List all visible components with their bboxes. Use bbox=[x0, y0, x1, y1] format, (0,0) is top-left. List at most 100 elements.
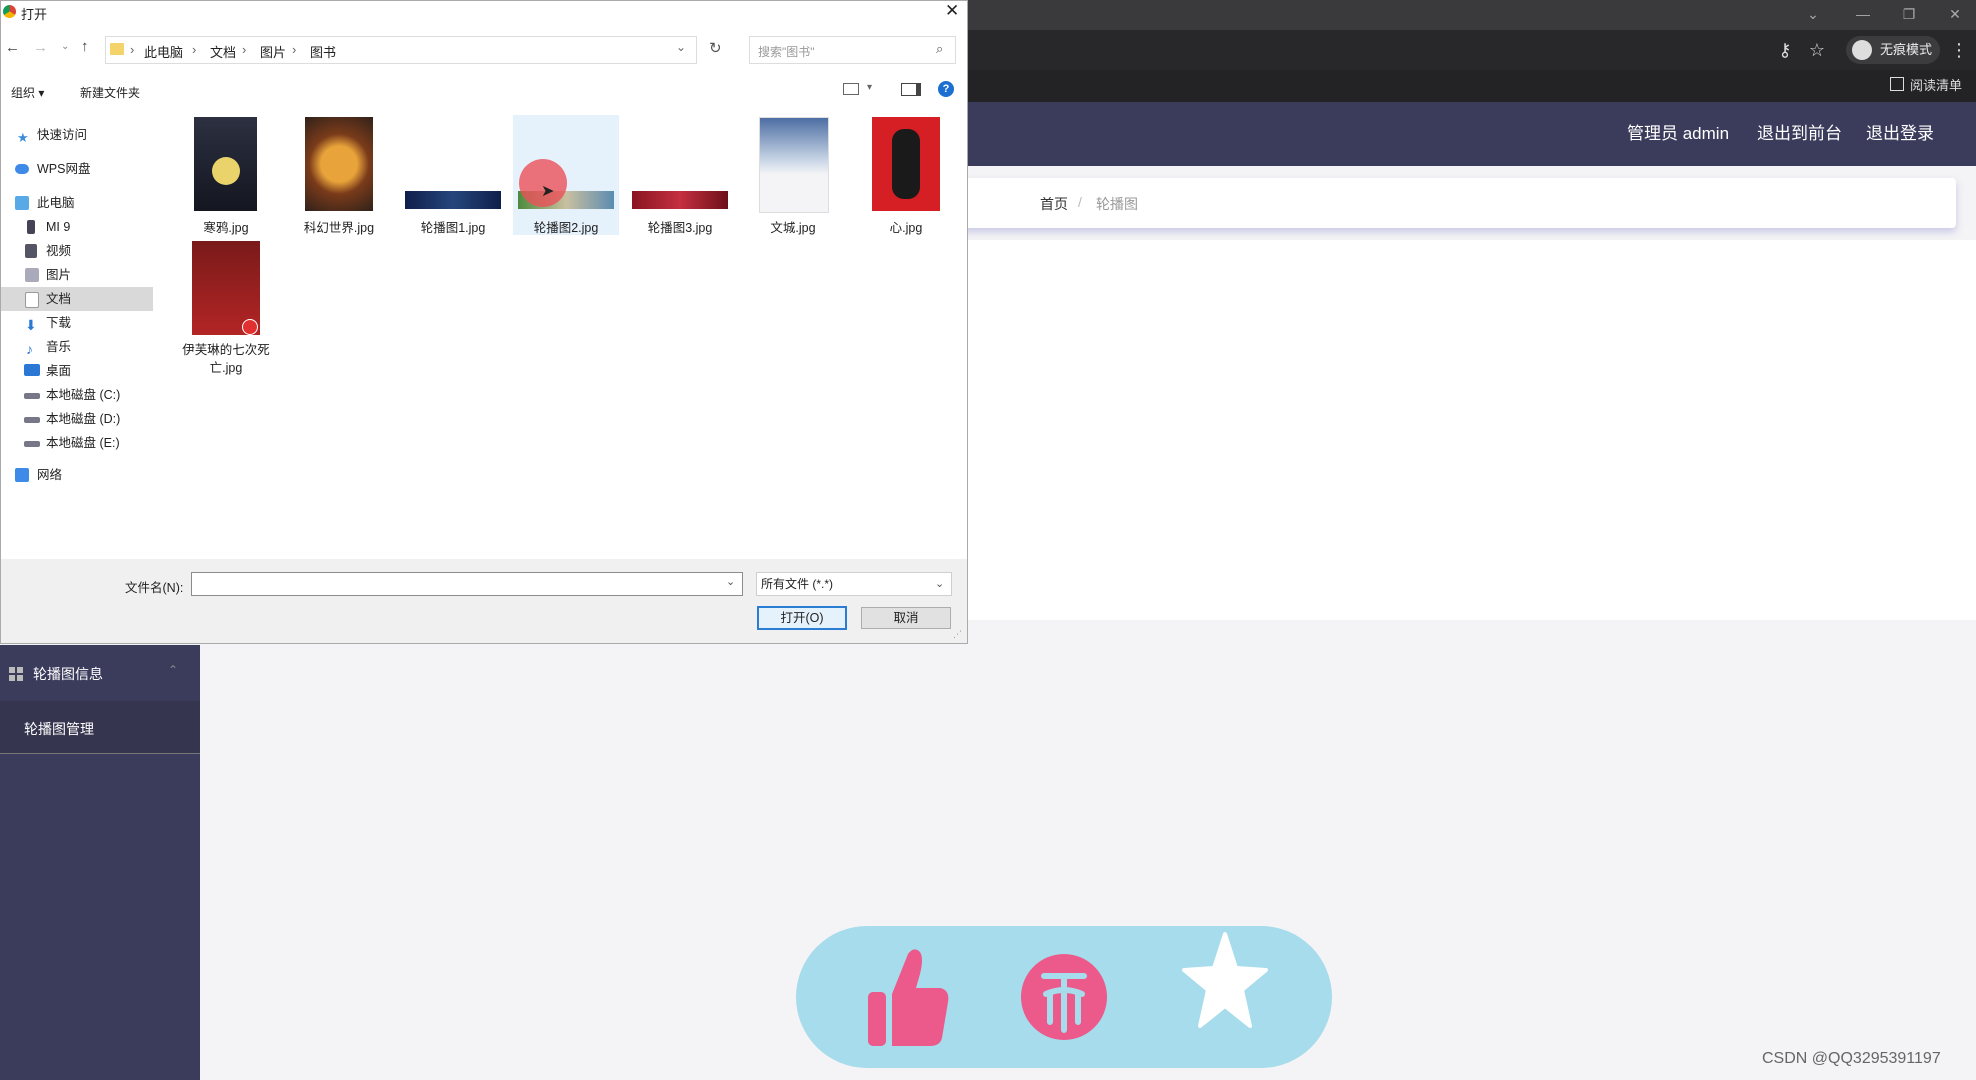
exit-front-link[interactable]: 退出到前台 bbox=[1757, 102, 1842, 166]
cursor-icon: ➤ bbox=[541, 183, 555, 200]
admin-label: 管理员 admin bbox=[1627, 124, 1730, 143]
file-item[interactable]: 寒鸦.jpg bbox=[173, 115, 279, 235]
file-item-selected[interactable]: ➤ 轮播图2.jpg bbox=[513, 115, 619, 235]
breadcrumb-separator: / bbox=[1078, 194, 1082, 210]
nav-downloads[interactable]: ⬇ 下载 bbox=[1, 311, 153, 335]
restore-icon[interactable]: ❐ bbox=[1898, 4, 1920, 24]
address-bar[interactable]: › 此电脑 › 文档 › 图片 › 图书 ⌄ bbox=[105, 36, 697, 64]
nav-pictures[interactable]: 图片 bbox=[1, 263, 153, 287]
minimize-icon[interactable]: — bbox=[1852, 4, 1874, 24]
nav-label: 本地磁盘 (C:) bbox=[46, 388, 121, 402]
chrome-icon bbox=[3, 5, 16, 18]
nav-this-pc[interactable]: 此电脑 bbox=[1, 191, 153, 215]
file-item[interactable]: 伊芙琳的七次死亡.jpg bbox=[173, 239, 279, 379]
filetype-value: 所有文件 (*.*) bbox=[761, 577, 834, 591]
address-seg-2[interactable]: 图片 bbox=[260, 42, 286, 61]
reading-list-button[interactable]: 阅读清单 bbox=[1890, 74, 1962, 98]
nav-label: 文档 bbox=[46, 292, 72, 306]
new-folder-button[interactable]: 新建文件夹 bbox=[80, 84, 140, 101]
key-icon[interactable]: ⚷ bbox=[1770, 30, 1800, 70]
filename-input[interactable]: ⌄ bbox=[191, 572, 743, 596]
nav-network[interactable]: 网络 bbox=[1, 463, 153, 487]
file-name: 文城.jpg bbox=[770, 221, 816, 235]
nav-label: WPS网盘 bbox=[37, 162, 91, 176]
nav-label: 此电脑 bbox=[37, 196, 75, 210]
file-item[interactable]: 心.jpg bbox=[853, 115, 959, 235]
star-icon[interactable] bbox=[1182, 928, 1268, 1036]
preview-pane-icon[interactable] bbox=[901, 83, 921, 96]
file-name: 寒鸦.jpg bbox=[203, 221, 249, 235]
resize-grip-icon[interactable]: ⋰ bbox=[953, 629, 962, 640]
filetype-select[interactable]: 所有文件 (*.*) ⌄ bbox=[756, 572, 952, 596]
address-chevron: › bbox=[292, 42, 297, 57]
address-seg-3[interactable]: 图书 bbox=[310, 42, 336, 61]
network-icon bbox=[15, 468, 29, 482]
search-input[interactable]: 搜索"图书" ⌕ bbox=[749, 36, 956, 64]
nav-documents[interactable]: 文档 bbox=[1, 287, 153, 311]
drive-icon bbox=[24, 441, 40, 447]
folder-icon bbox=[110, 43, 124, 55]
file-name: 科幻世界.jpg bbox=[303, 221, 375, 235]
close-window-icon[interactable]: ✕ bbox=[1944, 4, 1966, 24]
file-item[interactable]: 文城.jpg bbox=[740, 115, 846, 235]
breadcrumb-home[interactable]: 首页 bbox=[1040, 194, 1068, 214]
coin-icon[interactable] bbox=[1020, 942, 1108, 1052]
star-icon: ★ bbox=[17, 130, 29, 145]
open-button[interactable]: 打开(O) bbox=[757, 606, 847, 630]
close-icon[interactable]: ✕ bbox=[945, 1, 959, 21]
nav-label: 快速访问 bbox=[37, 128, 88, 142]
banner-thumbnail bbox=[632, 191, 728, 209]
file-item[interactable]: 科幻世界.jpg bbox=[286, 115, 392, 235]
cloud-icon bbox=[15, 164, 29, 174]
nav-drive-e[interactable]: 本地磁盘 (E:) bbox=[1, 431, 153, 455]
reading-list-icon bbox=[1890, 77, 1904, 91]
bookmark-star-icon[interactable]: ☆ bbox=[1802, 30, 1832, 70]
sidebar-item-label: 轮播图管理 bbox=[24, 721, 94, 737]
view-dropdown-icon[interactable]: ▾ bbox=[867, 82, 872, 93]
refresh-icon[interactable]: ↻ bbox=[709, 39, 722, 57]
address-chevron: › bbox=[192, 42, 197, 57]
logout-link[interactable]: 退出登录 bbox=[1866, 102, 1934, 166]
picture-icon bbox=[25, 268, 39, 282]
nav-quick-access[interactable]: ★ 快速访问 bbox=[1, 123, 153, 147]
file-item[interactable]: 轮播图3.jpg bbox=[627, 115, 733, 235]
watermark: CSDN @QQ3295391197 bbox=[1762, 1050, 1941, 1067]
menu-dots-icon[interactable]: ⋮ bbox=[1944, 30, 1974, 70]
nav-videos[interactable]: 视频 bbox=[1, 239, 153, 263]
file-item[interactable]: 轮播图1.jpg bbox=[400, 115, 506, 235]
book-cover-thumbnail bbox=[872, 117, 940, 211]
thumbs-up-icon[interactable] bbox=[862, 946, 952, 1052]
chevron-down-icon[interactable]: ⌄ bbox=[1802, 4, 1824, 24]
incognito-button[interactable]: 无痕模式 bbox=[1846, 36, 1941, 64]
nav-mi9[interactable]: MI 9 bbox=[1, 215, 153, 239]
back-arrow-icon[interactable]: ← bbox=[5, 39, 20, 56]
recent-dropdown-icon[interactable]: ⌄ bbox=[61, 41, 69, 52]
address-dropdown-icon[interactable]: ⌄ bbox=[676, 40, 686, 54]
view-options-icon[interactable] bbox=[843, 83, 859, 95]
organize-button[interactable]: 组织 ▾ bbox=[11, 84, 44, 101]
chevron-up-icon: ⌃ bbox=[168, 663, 179, 677]
cancel-button[interactable]: 取消 bbox=[861, 607, 951, 629]
forward-arrow-icon[interactable]: → bbox=[33, 39, 48, 56]
sidebar-item-carousel-manage[interactable]: 轮播图管理 bbox=[0, 701, 200, 754]
address-chevron: › bbox=[130, 42, 135, 57]
nav-music[interactable]: ♪ 音乐 bbox=[1, 335, 153, 359]
help-icon[interactable]: ? bbox=[938, 81, 954, 97]
up-arrow-icon[interactable]: ↑ bbox=[81, 38, 89, 55]
document-icon bbox=[25, 292, 39, 308]
nav-label: 本地磁盘 (D:) bbox=[46, 412, 121, 426]
sidebar-group-carousel[interactable]: 轮播图信息 ⌃ bbox=[0, 645, 200, 701]
navigation-pane: ★ 快速访问 WPS网盘 此电脑 MI 9 视频 图片 文档 ⬇ 下载 ♪ 音乐 桌面… bbox=[1, 119, 153, 559]
book-cover-thumbnail bbox=[192, 241, 260, 335]
incognito-icon bbox=[1852, 40, 1872, 60]
drive-icon bbox=[24, 417, 40, 423]
nav-drive-c[interactable]: 本地磁盘 (C:) bbox=[1, 383, 153, 407]
file-open-dialog: 打开 ✕ ← → ⌄ ↑ › 此电脑 › 文档 › 图片 › 图书 ⌄ ↻ 搜索… bbox=[0, 0, 968, 644]
address-seg-0[interactable]: 此电脑 bbox=[144, 42, 183, 61]
nav-wps-cloud[interactable]: WPS网盘 bbox=[1, 157, 153, 181]
nav-desktop[interactable]: 桌面 bbox=[1, 359, 153, 383]
file-name: 伊芙琳的七次死亡.jpg bbox=[182, 343, 270, 375]
chevron-down-icon[interactable]: ⌄ bbox=[726, 575, 735, 588]
nav-drive-d[interactable]: 本地磁盘 (D:) bbox=[1, 407, 153, 431]
address-seg-1[interactable]: 文档 bbox=[210, 42, 236, 61]
